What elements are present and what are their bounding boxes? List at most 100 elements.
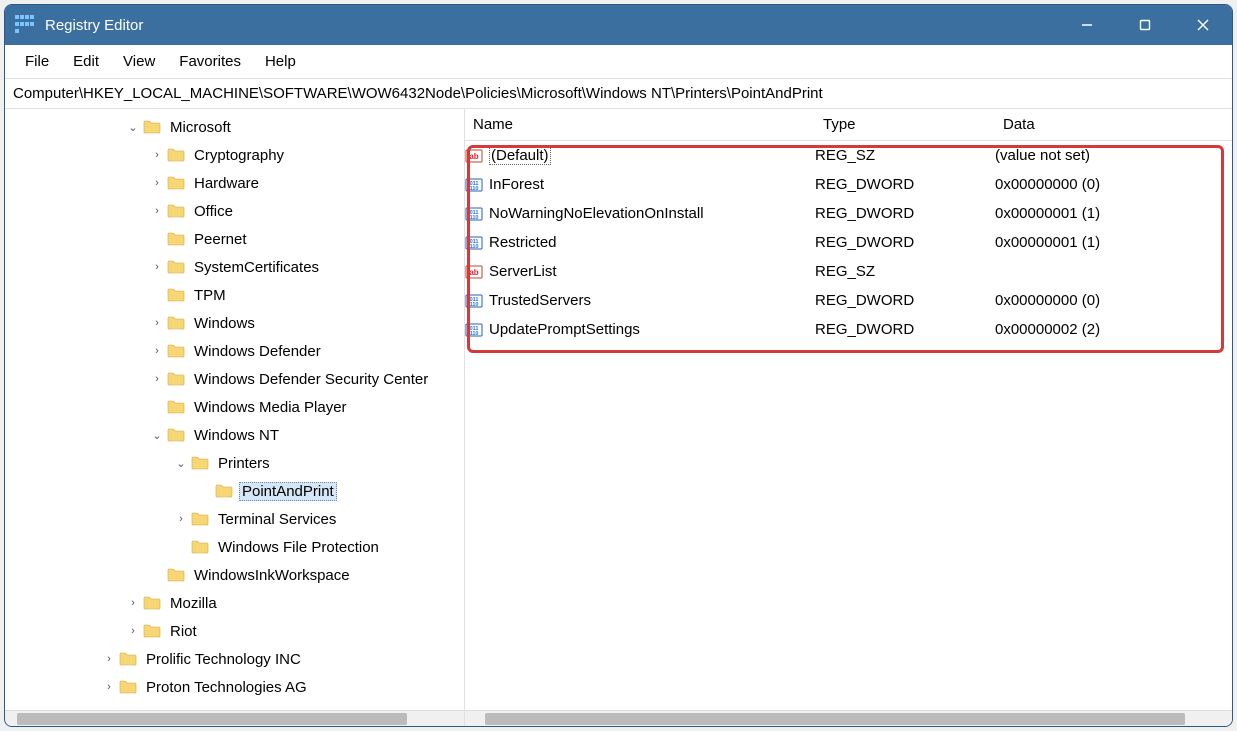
tree-item[interactable]: › Cryptography (5, 141, 464, 169)
tree-item-label: Cryptography (191, 146, 287, 165)
chevron-down-icon[interactable]: ⌄ (125, 121, 141, 134)
chevron-down-icon[interactable]: ⌄ (149, 429, 165, 442)
menu-favorites[interactable]: Favorites (167, 49, 253, 74)
folder-icon (167, 316, 185, 330)
tree-item[interactable]: Windows File Protection (5, 533, 464, 561)
tree-item[interactable]: ›SystemCertificates (5, 253, 464, 281)
tree-item[interactable]: Peernet (5, 225, 464, 253)
chevron-right-icon[interactable]: › (101, 681, 117, 693)
value-type: REG_DWORD (815, 176, 995, 193)
tree-item[interactable]: ›Mozilla (5, 589, 464, 617)
tree-pane: ⌄Microsoft›Cryptography›Hardware›OfficeP… (5, 109, 465, 726)
chevron-right-icon[interactable]: › (149, 345, 165, 357)
value-name: NoWarningNoElevationOnInstall (489, 205, 704, 222)
tree-horizontal-scrollbar[interactable] (5, 710, 464, 726)
tree-item-label: PointAndPrint (239, 482, 337, 501)
tree-item[interactable]: ⌄Printers (5, 449, 464, 477)
value-type: REG_DWORD (815, 321, 995, 338)
tree-item-label: Microsoft (167, 118, 234, 137)
menu-file[interactable]: File (13, 49, 61, 74)
close-button[interactable] (1174, 5, 1232, 45)
chevron-right-icon[interactable]: › (125, 625, 141, 637)
value-row[interactable]: ab(Default)REG_SZ(value not set) (465, 141, 1232, 170)
value-name: ServerList (489, 263, 557, 280)
reg-dword-icon: 011110 (465, 176, 483, 194)
column-header-type[interactable]: Type (815, 116, 995, 133)
svg-text:110: 110 (470, 302, 479, 308)
value-row[interactable]: 011110InForestREG_DWORD0x00000000 (0) (465, 170, 1232, 199)
tree-item-label: Peernet (191, 230, 250, 249)
maximize-button[interactable] (1116, 5, 1174, 45)
folder-icon (119, 652, 137, 666)
svg-text:110: 110 (470, 186, 479, 192)
reg-dword-icon: 011110 (465, 321, 483, 339)
reg-sz-icon: ab (465, 263, 483, 281)
tree-item[interactable]: ›Terminal Services (5, 505, 464, 533)
values-horizontal-scrollbar[interactable] (465, 710, 1232, 726)
value-data: 0x00000001 (1) (995, 234, 1232, 251)
folder-icon (167, 260, 185, 274)
folder-icon (167, 568, 185, 582)
tree-item[interactable]: TPM (5, 281, 464, 309)
chevron-right-icon[interactable]: › (149, 177, 165, 189)
chevron-right-icon[interactable]: › (125, 597, 141, 609)
minimize-button[interactable] (1058, 5, 1116, 45)
tree-item-label: TPM (191, 286, 229, 305)
folder-icon (191, 512, 209, 526)
tree-item[interactable]: › Windows (5, 309, 464, 337)
chevron-right-icon[interactable]: › (149, 149, 165, 161)
value-data: 0x00000002 (2) (995, 321, 1232, 338)
column-header-name[interactable]: Name (465, 116, 815, 133)
tree-item[interactable]: PointAndPrint (5, 477, 464, 505)
svg-text:110: 110 (470, 331, 479, 337)
tree-item-label: Office (191, 202, 236, 221)
chevron-right-icon[interactable]: › (149, 317, 165, 329)
tree-item[interactable]: ›Windows Defender (5, 337, 464, 365)
tree-item-label: Proton Technologies AG (143, 678, 310, 697)
value-row[interactable]: 011110NoWarningNoElevationOnInstallREG_D… (465, 199, 1232, 228)
values-pane: Name Type Data ab(Default)REG_SZ(value n… (465, 109, 1232, 726)
tree-item[interactable]: ›Prolific Technology INC (5, 645, 464, 673)
tree-item[interactable]: ›Hardware (5, 169, 464, 197)
tree-item-label: Windows (191, 314, 258, 333)
folder-icon (143, 120, 161, 134)
value-name: (Default) (489, 146, 551, 165)
folder-icon (143, 596, 161, 610)
tree-item[interactable]: ⌄ Microsoft (5, 113, 464, 141)
tree-item[interactable]: ⌄Windows NT (5, 421, 464, 449)
content-area: ⌄Microsoft›Cryptography›Hardware›OfficeP… (5, 109, 1232, 726)
tree-item-label: Windows Media Player (191, 398, 350, 417)
chevron-right-icon[interactable]: › (101, 653, 117, 665)
value-type: REG_DWORD (815, 292, 995, 309)
value-row[interactable]: 011110UpdatePromptSettingsREG_DWORD0x000… (465, 315, 1232, 344)
value-type: REG_DWORD (815, 234, 995, 251)
titlebar: Registry Editor (5, 5, 1232, 45)
value-data: 0x00000000 (0) (995, 292, 1232, 309)
menu-help[interactable]: Help (253, 49, 308, 74)
svg-text:110: 110 (470, 244, 479, 250)
chevron-right-icon[interactable]: › (173, 513, 189, 525)
registry-tree[interactable]: ⌄Microsoft›Cryptography›Hardware›OfficeP… (5, 109, 464, 705)
column-header-data[interactable]: Data (995, 116, 1232, 133)
value-row[interactable]: 011110RestrictedREG_DWORD0x00000001 (1) (465, 228, 1232, 257)
tree-item[interactable]: › Office (5, 197, 464, 225)
tree-item[interactable]: › Riot (5, 617, 464, 645)
chevron-right-icon[interactable]: › (149, 373, 165, 385)
value-data: 0x00000000 (0) (995, 176, 1232, 193)
regedit-app-icon (15, 15, 35, 35)
tree-item[interactable]: Windows Media Player (5, 393, 464, 421)
values-list[interactable]: ab(Default)REG_SZ(value not set)011110In… (465, 141, 1232, 344)
menu-view[interactable]: View (111, 49, 167, 74)
address-bar[interactable]: Computer\HKEY_LOCAL_MACHINE\SOFTWARE\WOW… (5, 79, 1232, 109)
tree-item-label: Riot (167, 622, 200, 641)
chevron-right-icon[interactable]: › (149, 261, 165, 273)
tree-item[interactable]: › Proton Technologies AG (5, 673, 464, 701)
tree-item[interactable]: WindowsInkWorkspace (5, 561, 464, 589)
chevron-down-icon[interactable]: ⌄ (173, 457, 189, 470)
value-row[interactable]: abServerListREG_SZ (465, 257, 1232, 286)
chevron-right-icon[interactable]: › (149, 205, 165, 217)
folder-icon (143, 624, 161, 638)
menu-edit[interactable]: Edit (61, 49, 111, 74)
value-row[interactable]: 011110TrustedServersREG_DWORD0x00000000 … (465, 286, 1232, 315)
tree-item[interactable]: ›Windows Defender Security Center (5, 365, 464, 393)
